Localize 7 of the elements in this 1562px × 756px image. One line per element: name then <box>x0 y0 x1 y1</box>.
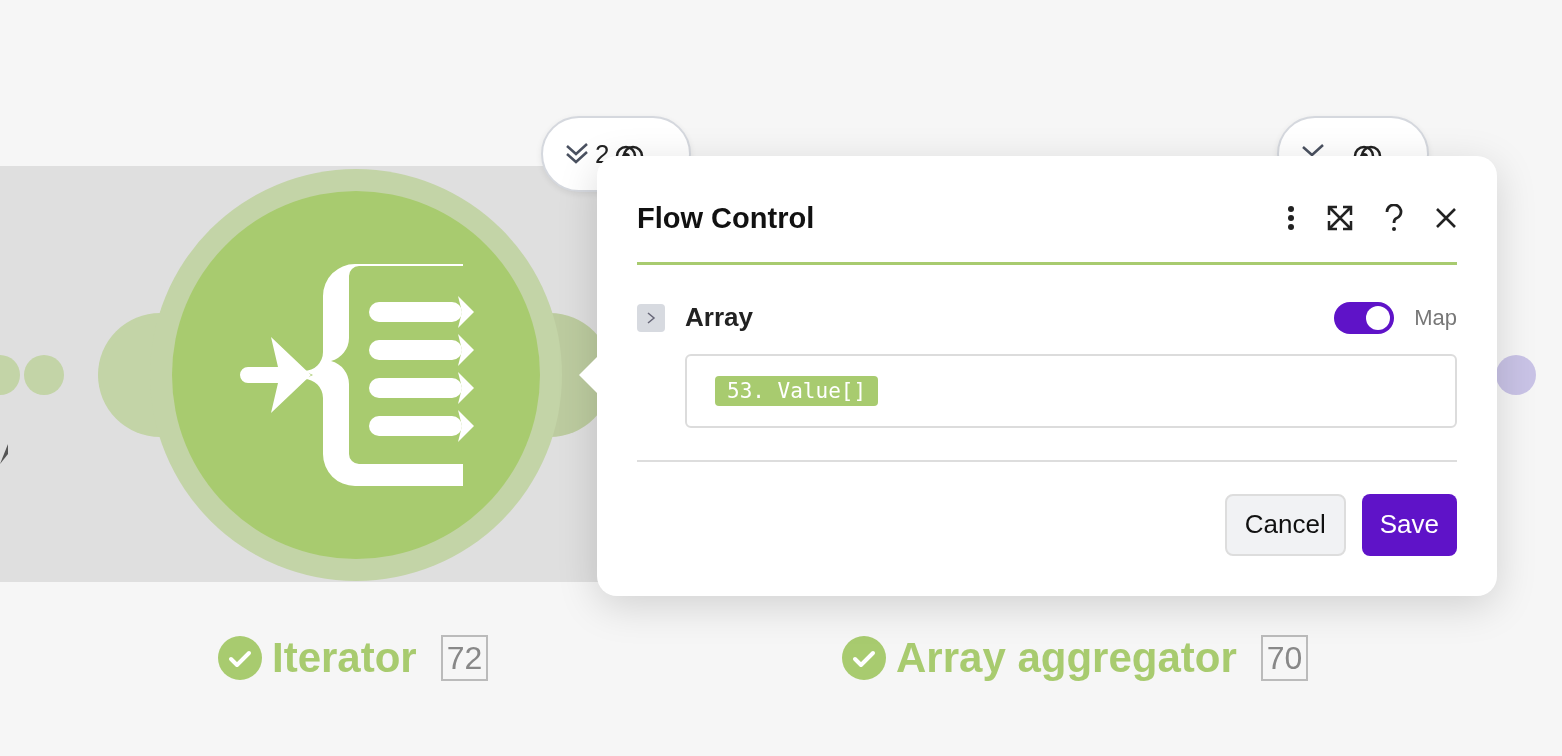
field-label: Array <box>685 302 754 334</box>
module-name: Array aggregator <box>896 634 1237 682</box>
map-label: Map <box>1414 304 1457 331</box>
dialog-title: Flow Control <box>637 201 816 235</box>
module-id: 72 <box>440 635 489 681</box>
module-id: 70 <box>1260 635 1309 681</box>
module-name: Iterator <box>272 634 417 682</box>
